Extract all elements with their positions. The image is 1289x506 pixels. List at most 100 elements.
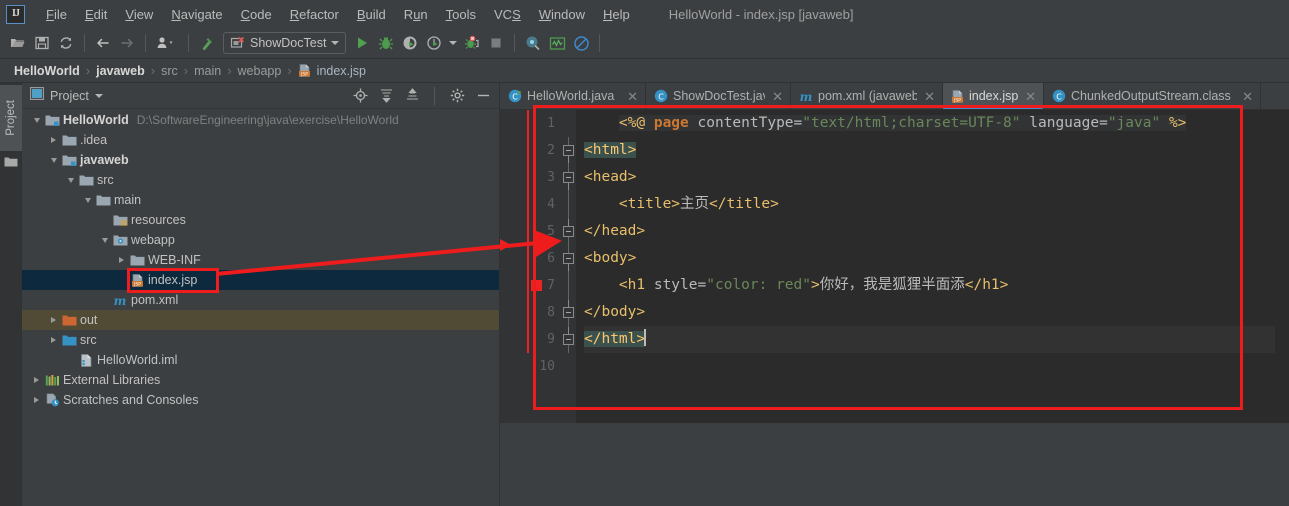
close-icon[interactable]: ✕: [1242, 90, 1253, 103]
run-coverage-icon[interactable]: [398, 31, 422, 55]
breadcrumb-item-main[interactable]: main: [190, 64, 225, 78]
tree-item-src[interactable]: src: [22, 170, 499, 190]
code-line-5[interactable]: </head>: [584, 218, 1289, 245]
code-line-2[interactable]: <html>: [584, 137, 1289, 164]
chevron-down-icon[interactable]: [64, 177, 77, 183]
chevron-right-icon[interactable]: [115, 257, 128, 263]
fold-toggle-icon[interactable]: [563, 145, 574, 156]
chevron-down-icon[interactable]: [446, 31, 460, 55]
breadcrumb-item-javaweb[interactable]: javaweb: [92, 64, 149, 78]
chevron-right-icon[interactable]: [47, 337, 60, 343]
code-line-4[interactable]: <title>主页</title>: [584, 191, 1289, 218]
chevron-down-icon[interactable]: [30, 117, 43, 123]
menu-view[interactable]: View: [116, 4, 162, 25]
open-folder-icon[interactable]: [6, 31, 30, 55]
code-line-7[interactable]: <h1 style="color: red">你好，我是狐狸半面添</h1>: [584, 272, 1289, 299]
stop-icon[interactable]: [484, 31, 508, 55]
search-everywhere-icon[interactable]: [521, 31, 545, 55]
run-icon[interactable]: [350, 31, 374, 55]
breakpoint-marker[interactable]: [531, 280, 542, 291]
fold-toggle-icon[interactable]: [563, 334, 574, 345]
fold-toggle-icon[interactable]: [563, 172, 574, 183]
code-line-3[interactable]: <head>: [584, 164, 1289, 191]
tree-item--idea[interactable]: .idea: [22, 130, 499, 150]
run-configuration-selector[interactable]: ShowDocTest: [223, 32, 347, 54]
chevron-down-icon[interactable]: [47, 157, 60, 163]
close-icon[interactable]: ✕: [627, 90, 638, 103]
editor-tab-pom-xml--javaweb-[interactable]: m pom.xml (javaweb) ✕: [791, 83, 943, 109]
tree-item-main[interactable]: main: [22, 190, 499, 210]
tree-item-src[interactable]: src: [22, 330, 499, 350]
breadcrumb-item-webapp[interactable]: webapp: [234, 64, 286, 78]
breadcrumb-item-index-jsp[interactable]: index.jsp: [313, 64, 370, 78]
gutter-line-8[interactable]: 8: [500, 299, 562, 326]
menu-file[interactable]: File: [37, 4, 76, 25]
collapse-all-icon[interactable]: [402, 86, 422, 106]
fold-toggle-icon[interactable]: [563, 307, 574, 318]
menu-vcs[interactable]: VCS: [485, 4, 530, 25]
close-icon[interactable]: ✕: [772, 90, 783, 103]
chevron-down-icon[interactable]: [331, 41, 340, 45]
menu-run[interactable]: Run: [395, 4, 437, 25]
build-hammer-icon[interactable]: [195, 31, 219, 55]
debug-icon[interactable]: [374, 31, 398, 55]
chevron-right-icon[interactable]: [47, 317, 60, 323]
editor-tab-helloworld-java[interactable]: C HelloWorld.java ✕: [500, 83, 646, 109]
chevron-right-icon[interactable]: [47, 137, 60, 143]
gutter-line-3[interactable]: 3: [500, 164, 562, 191]
breadcrumb-item-src[interactable]: src: [157, 64, 182, 78]
event-log-icon[interactable]: [545, 31, 569, 55]
code-line-10[interactable]: [584, 353, 1289, 380]
tree-item-out[interactable]: out: [22, 310, 499, 330]
chevron-right-icon[interactable]: [30, 397, 43, 403]
editor-tab-showdoctest-java[interactable]: C ShowDocTest.java ✕: [646, 83, 791, 109]
no-entry-icon[interactable]: [569, 31, 593, 55]
menu-code[interactable]: Code: [232, 4, 281, 25]
menu-build[interactable]: Build: [348, 4, 395, 25]
code-line-8[interactable]: </body>: [584, 299, 1289, 326]
close-icon[interactable]: ✕: [1025, 90, 1036, 103]
menu-refactor[interactable]: Refactor: [281, 4, 348, 25]
chevron-down-icon[interactable]: [98, 237, 111, 243]
gear-icon[interactable]: [447, 86, 467, 106]
close-icon[interactable]: ✕: [924, 90, 935, 103]
menu-tools[interactable]: Tools: [437, 4, 485, 25]
menu-edit[interactable]: Edit: [76, 4, 116, 25]
gutter-line-9[interactable]: 9: [500, 326, 562, 353]
forward-arrow-icon[interactable]: [115, 31, 139, 55]
profile-dropdown-icon[interactable]: [152, 31, 182, 55]
gutter-line-4[interactable]: 4: [500, 191, 562, 218]
sidebar-item-project[interactable]: Project: [0, 85, 22, 151]
editor-tab-chunkedoutputstream-class[interactable]: C ChunkedOutputStream.class ✕: [1044, 83, 1261, 109]
gutter-line-10[interactable]: 10: [500, 353, 562, 380]
save-all-icon[interactable]: [30, 31, 54, 55]
gutter-line-1[interactable]: 1: [500, 110, 562, 137]
fold-toggle-icon[interactable]: [563, 226, 574, 237]
menu-window[interactable]: Window: [530, 4, 594, 25]
tree-item-webapp[interactable]: webapp: [22, 230, 499, 250]
editor-tab-index-jsp[interactable]: JSP index.jsp ✕: [943, 83, 1044, 109]
folder-icon[interactable]: [4, 155, 18, 173]
code-line-6[interactable]: <body>: [584, 245, 1289, 272]
tree-item-index-jsp[interactable]: JSP index.jsp: [22, 270, 499, 290]
menu-help[interactable]: Help: [594, 4, 639, 25]
tree-item-scratches-and-consoles[interactable]: Scratches and Consoles: [22, 390, 499, 410]
code-line-9[interactable]: </html>: [584, 326, 1289, 353]
chevron-down-icon[interactable]: [94, 93, 103, 98]
tree-item-helloworld[interactable]: HelloWorld D:\SoftwareEngineering\java\ex…: [22, 110, 499, 130]
fold-toggle-icon[interactable]: [563, 253, 574, 264]
tree-item-web-inf[interactable]: WEB-INF: [22, 250, 499, 270]
tree-item-pom-xml[interactable]: m pom.xml: [22, 290, 499, 310]
stop-build-icon[interactable]: [460, 31, 484, 55]
hide-icon[interactable]: [473, 86, 493, 106]
code-line-1[interactable]: <%@ page contentType="text/html;charset=…: [584, 110, 1289, 137]
tree-item-external-libraries[interactable]: External Libraries: [22, 370, 499, 390]
breadcrumb-item-helloworld[interactable]: HelloWorld: [10, 64, 84, 78]
locate-target-icon[interactable]: [350, 86, 370, 106]
back-arrow-icon[interactable]: [91, 31, 115, 55]
menu-navigate[interactable]: Navigate: [162, 4, 231, 25]
expand-all-icon[interactable]: [376, 86, 396, 106]
tree-item-resources[interactable]: resources: [22, 210, 499, 230]
profile-icon[interactable]: [422, 31, 446, 55]
gutter-line-2[interactable]: 2: [500, 137, 562, 164]
